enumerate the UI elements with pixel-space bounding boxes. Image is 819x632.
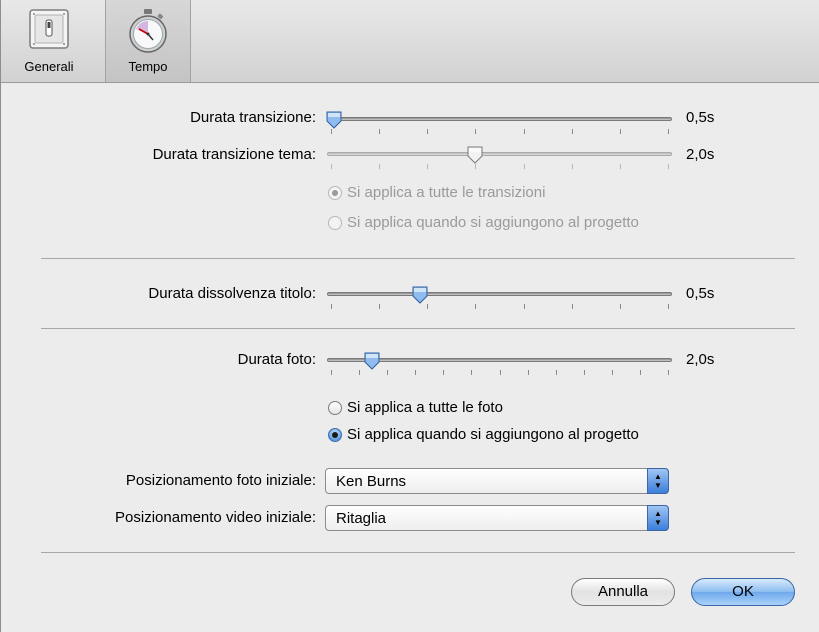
radio-apply-all-photos[interactable]: Si applica a tutte le foto [328, 399, 503, 416]
slider-thumb[interactable] [412, 286, 428, 304]
slider-tick [331, 304, 332, 309]
transition-duration-label: Durata transizione: [190, 109, 316, 126]
tab-tempo[interactable]: Tempo [105, 0, 191, 82]
separator [41, 258, 795, 259]
tab-generali[interactable]: Generali [13, 0, 85, 82]
slider-tick [379, 164, 381, 169]
slider-tick [443, 370, 445, 375]
slider-tick [379, 304, 381, 309]
cancel-button[interactable]: Annulla [571, 578, 675, 606]
initial-video-placement-value: Ritaglia [336, 510, 387, 527]
ok-button[interactable]: OK [691, 578, 795, 606]
radio-apply-added-transitions-label: Si applica quando si aggiungono al proge… [347, 214, 639, 231]
initial-video-placement-popup[interactable]: Ritaglia ▲ ▼ [325, 505, 669, 531]
slider-tick [619, 304, 621, 309]
radio-apply-all-transitions-label: Si applica a tutte le transizioni [347, 184, 546, 201]
slider-tick [475, 164, 477, 169]
theme-transition-duration-label: Durata transizione tema: [152, 146, 316, 163]
popup-arrows-icon: ▲ ▼ [647, 468, 669, 494]
slider-tick [427, 129, 429, 134]
radio-apply-all-photos-label: Si applica a tutte le foto [347, 399, 503, 416]
radio-button[interactable] [328, 215, 342, 230]
title-fade-duration-slider[interactable] [327, 286, 672, 317]
slider-tick [639, 370, 641, 375]
slider-tick [668, 164, 669, 169]
slider-tick [527, 370, 529, 375]
slider-tick [359, 370, 361, 375]
slider-tick [523, 129, 525, 134]
photo-duration-value: 2,0s [686, 351, 715, 368]
slider-tick [471, 370, 473, 375]
slider-thumb[interactable] [326, 111, 342, 129]
slider-tick [427, 304, 429, 309]
slider-tick [523, 164, 525, 169]
initial-photo-placement-label: Posizionamento foto iniziale: [125, 472, 316, 489]
slider-tick [668, 304, 669, 309]
slider-tick [571, 164, 573, 169]
slider-tick [331, 370, 332, 375]
slider-tick [331, 129, 332, 134]
radio-apply-added-photos-label: Si applica quando si aggiungono al proge… [347, 426, 639, 443]
slider-tick [583, 370, 585, 375]
slider-tick [387, 370, 389, 375]
preferences-window: Generali Tempo Durata transizione: 0,5s … [0, 0, 819, 632]
slider-tick [523, 304, 525, 309]
initial-photo-placement-value: Ken Burns [336, 473, 407, 490]
radio-apply-added-photos[interactable]: Si applica quando si aggiungono al proge… [328, 426, 639, 443]
stopwatch-icon [129, 9, 167, 53]
transition-duration-value: 0,5s [686, 109, 715, 126]
radio-apply-all-transitions[interactable]: Si applica a tutte le transizioni [328, 184, 545, 201]
transition-duration-slider[interactable] [326, 111, 672, 142]
radio-button[interactable] [328, 400, 342, 415]
slider-thumb[interactable] [467, 146, 483, 164]
theme-transition-duration-slider[interactable] [327, 146, 672, 177]
popup-arrows-icon: ▲ ▼ [647, 505, 669, 531]
slider-tick [571, 129, 573, 134]
tab-generali-label: Generali [24, 59, 74, 74]
title-fade-duration-label: Durata dissolvenza titolo: [148, 285, 316, 302]
slider-tick [331, 164, 332, 169]
photo-duration-slider[interactable] [327, 352, 672, 383]
radio-button[interactable] [328, 427, 342, 442]
separator [41, 552, 795, 553]
initial-video-placement-label: Posizionamento video iniziale: [115, 509, 316, 526]
slider-tick [475, 304, 477, 309]
slider-tick [555, 370, 557, 375]
title-fade-duration-value: 0,5s [686, 285, 715, 302]
slider-thumb[interactable] [364, 352, 380, 370]
switch-icon [29, 9, 69, 49]
tab-tempo-label: Tempo [128, 59, 168, 74]
slider-tick [379, 129, 381, 134]
slider-tick [619, 129, 621, 134]
slider-tick [427, 164, 429, 169]
slider-tick [415, 370, 417, 375]
slider-tick [475, 129, 477, 134]
slider-tick [571, 304, 573, 309]
slider-tick [668, 129, 669, 134]
theme-transition-duration-value: 2,0s [686, 146, 715, 163]
slider-tick [499, 370, 501, 375]
slider-tick [619, 164, 621, 169]
initial-photo-placement-popup[interactable]: Ken Burns ▲ ▼ [325, 468, 669, 494]
radio-button[interactable] [328, 185, 342, 200]
preferences-toolbar: Generali Tempo [1, 0, 819, 83]
slider-tick [668, 370, 669, 375]
photo-duration-label: Durata foto: [237, 351, 316, 368]
slider-tick [611, 370, 613, 375]
radio-apply-added-transitions[interactable]: Si applica quando si aggiungono al proge… [328, 214, 639, 231]
separator [41, 328, 795, 329]
